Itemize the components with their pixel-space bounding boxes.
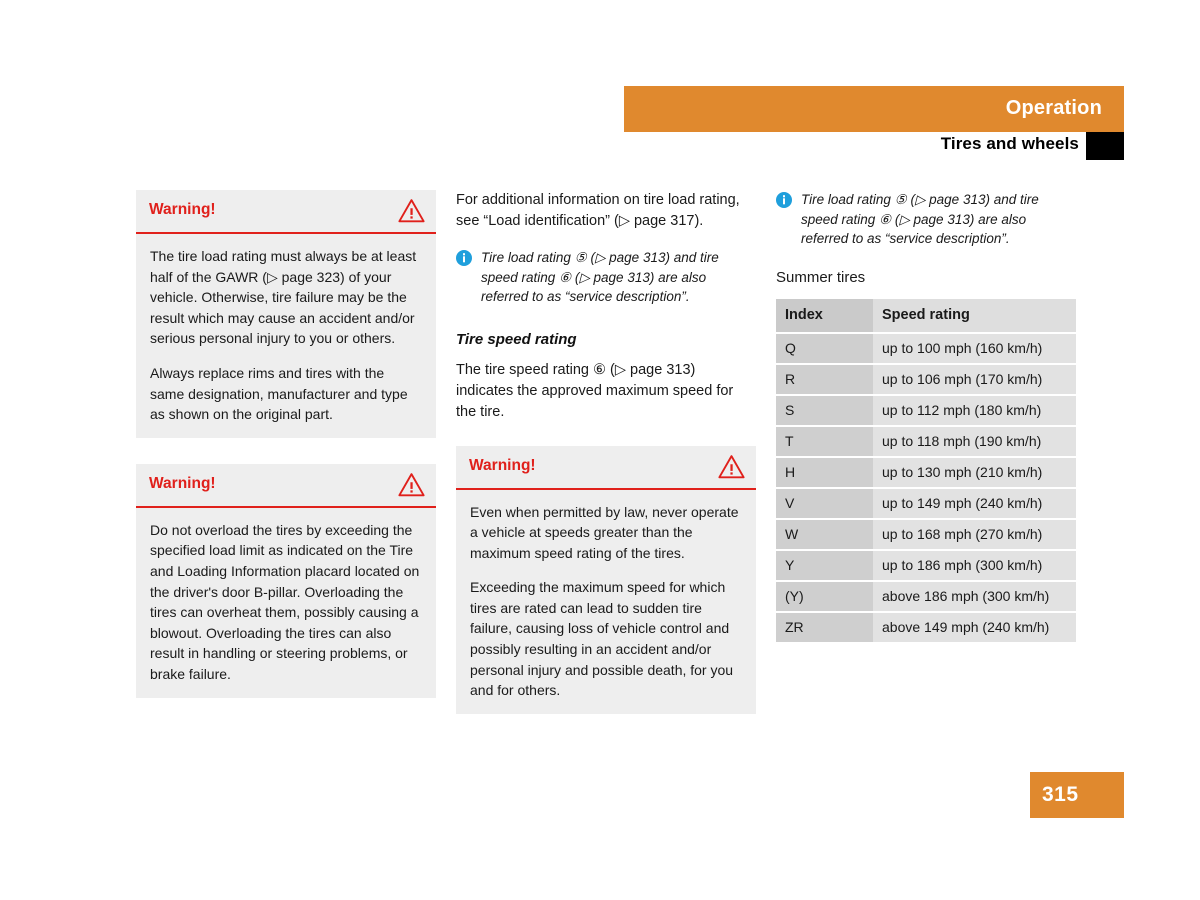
thumb-index-tab: [1086, 132, 1124, 160]
page-number: 315: [1042, 783, 1079, 806]
warning-title: Warning!: [149, 201, 216, 218]
warning-header: Warning!: [456, 446, 756, 490]
cell-speed-rating: up to 100 mph (160 km/h): [873, 332, 1076, 365]
column-header-index: Index: [776, 298, 873, 334]
warning-triangle-icon: [398, 198, 425, 223]
cell-speed-rating: up to 112 mph (180 km/h): [873, 394, 1076, 427]
table-head: Index Speed rating: [776, 298, 1076, 334]
info-icon: [776, 192, 792, 208]
left-column: Warning! The tire load rating must alway…: [136, 190, 436, 724]
cell-speed-rating: above 149 mph (240 km/h): [873, 611, 1076, 644]
table-row: Y up to 186 mph (300 km/h): [776, 549, 1076, 582]
warning-header: Warning!: [136, 464, 436, 508]
warning-body: The tire load rating must always be at l…: [136, 234, 436, 438]
header-orange-bar: Operation: [624, 86, 1124, 132]
table-row: H up to 130 mph (210 km/h): [776, 456, 1076, 489]
table-row: (Y) above 186 mph (300 km/h): [776, 580, 1076, 613]
warning-paragraph: Always replace rims and tires with the s…: [150, 364, 408, 423]
table-row: T up to 118 mph (190 km/h): [776, 425, 1076, 458]
table-row: Q up to 100 mph (160 km/h): [776, 332, 1076, 365]
intro-paragraph: For additional information on tire load …: [456, 192, 740, 229]
warning-paragraph: Even when permitted by law, never operat…: [470, 503, 739, 561]
cell-speed-rating: up to 118 mph (190 km/h): [873, 425, 1076, 458]
summer-tires-heading: Summer tires: [776, 268, 866, 286]
cell-index: H: [776, 456, 873, 489]
column-header-speed-rating: Speed rating: [873, 298, 1076, 334]
cell-speed-rating: up to 130 mph (210 km/h): [873, 456, 1076, 489]
warning-title: Warning!: [469, 456, 536, 474]
table-header-row: Index Speed rating: [776, 298, 1076, 334]
page-number-box: 315: [1030, 772, 1124, 818]
cell-index: (Y): [776, 580, 873, 613]
warning-paragraph: Exceeding the maximum speed for which ti…: [470, 579, 734, 699]
warning-body: Do not overload the tires by exceeding t…: [136, 508, 436, 698]
subsection-title: Tires and wheels: [940, 134, 1079, 153]
info-icon: [456, 250, 472, 266]
warning-box-overload: Warning! Do not overload the tires by ex…: [136, 463, 436, 698]
cell-index: V: [776, 487, 873, 520]
table-row: R up to 106 mph (170 km/h): [776, 363, 1076, 396]
info-note-text: Tire load rating ⑤ (▷ page 313) and tire…: [801, 192, 1039, 246]
cell-index: ZR: [776, 611, 873, 644]
section-title: Operation: [1005, 97, 1102, 119]
speed-rating-table: Index Speed rating Q up to 100 mph (160 …: [776, 298, 1076, 644]
cell-index: W: [776, 518, 873, 551]
info-note-text: Tire load rating ⑤ (▷ page 313) and tire…: [481, 250, 719, 304]
warning-box-load-rating: Warning! The tire load rating must alway…: [136, 190, 436, 438]
tire-speed-rating-heading: Tire speed rating: [456, 330, 577, 348]
cell-speed-rating: up to 168 mph (270 km/h): [873, 518, 1076, 551]
cell-speed-rating: up to 149 mph (240 km/h): [873, 487, 1076, 520]
table-row: S up to 112 mph (180 km/h): [776, 394, 1076, 427]
warning-header: Warning!: [136, 190, 436, 234]
cell-index: Q: [776, 332, 873, 365]
table-row: ZR above 149 mph (240 km/h): [776, 611, 1076, 644]
cell-index: T: [776, 425, 873, 458]
cell-speed-rating: above 186 mph (300 km/h): [873, 580, 1076, 613]
warning-triangle-icon: [718, 454, 745, 479]
page-header: Operation Tires and wheels: [0, 0, 1200, 170]
cell-index: S: [776, 394, 873, 427]
cell-index: R: [776, 363, 873, 396]
table-body: Q up to 100 mph (160 km/h) R up to 106 m…: [776, 332, 1076, 644]
warning-title: Warning!: [149, 474, 216, 492]
warning-paragraph: Do not overload the tires by exceeding t…: [150, 521, 420, 682]
info-note: Tire load rating ⑤ (▷ page 313) and tire…: [456, 248, 756, 307]
table-row: V up to 149 mph (240 km/h): [776, 487, 1076, 520]
cell-speed-rating: up to 186 mph (300 km/h): [873, 549, 1076, 582]
body-paragraph: The tire speed rating ⑥ (▷ page 313) ind…: [456, 361, 734, 420]
warning-box-speed-rating: Warning! Even when permitted by law, nev…: [456, 445, 756, 714]
warning-body: Even when permitted by law, never operat…: [456, 490, 756, 714]
cell-index: Y: [776, 549, 873, 582]
right-column: Tire load rating ⑤ (▷ page 313) and tire…: [776, 190, 1076, 644]
info-note: Tire load rating ⑤ (▷ page 313) and tire…: [776, 190, 1076, 249]
cell-speed-rating: up to 106 mph (170 km/h): [873, 363, 1076, 396]
table-row: W up to 168 mph (270 km/h): [776, 518, 1076, 551]
warning-paragraph: The tire load rating must always be at l…: [150, 248, 417, 347]
middle-column: For additional information on tire load …: [456, 190, 756, 740]
warning-triangle-icon: [398, 472, 425, 497]
